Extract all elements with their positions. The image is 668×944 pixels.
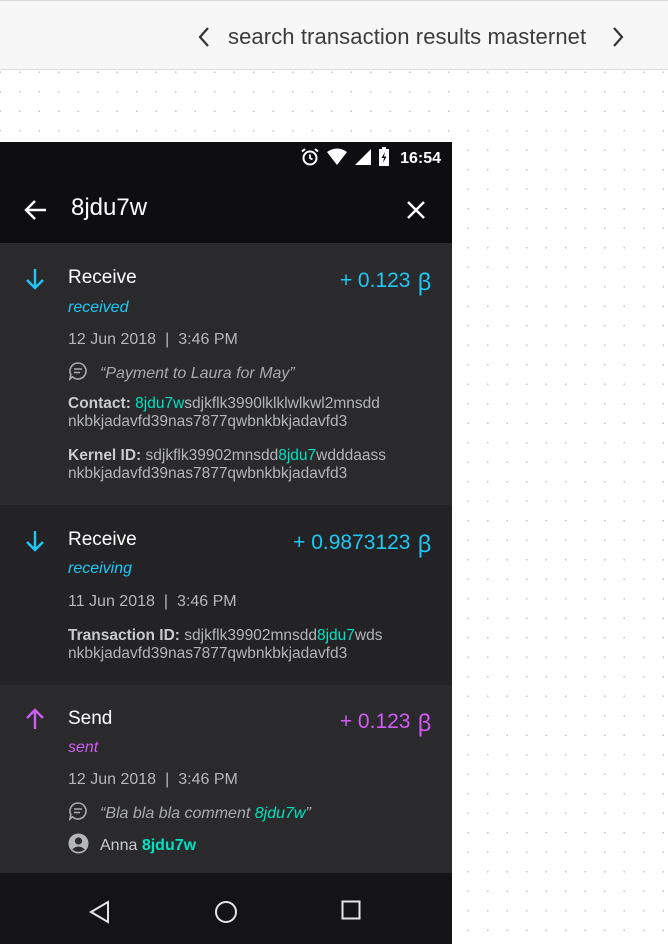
- time-value: 3:46 PM: [178, 771, 238, 788]
- transaction-comment: “Bla bla bla comment 8jdu7w”: [68, 801, 311, 826]
- wifi-icon: [326, 148, 348, 171]
- kernel-id-pre: sdjkflk39902mnsdd: [145, 447, 279, 464]
- battery-icon: [378, 146, 390, 172]
- nav-recents-icon[interactable]: [341, 900, 361, 925]
- beam-currency-icon: ꞵ: [417, 269, 432, 295]
- transaction-date: 11 Jun 2018 | 3:46 PM: [68, 593, 237, 611]
- transaction-status: received: [68, 299, 129, 316]
- comment-icon: [68, 801, 88, 826]
- date-value: 12 Jun 2018: [68, 771, 157, 788]
- status-bar: 16:54: [0, 142, 452, 176]
- date-value: 12 Jun 2018: [68, 331, 157, 348]
- transaction-item[interactable]: Send + 0.123 ꞵ sent 12 Jun 2018 | 3:46 PM …: [0, 685, 452, 874]
- date-separator: |: [165, 331, 170, 348]
- page-title: search transaction results masternet: [228, 24, 587, 49]
- nav-back-icon[interactable]: [89, 900, 111, 929]
- date-separator: |: [163, 593, 169, 610]
- date-value: 11 Jun 2018: [68, 593, 155, 610]
- navigation-bar: [0, 873, 452, 944]
- transaction-type: Receive: [68, 529, 137, 550]
- kernel-id-post: wdddaass: [316, 447, 386, 464]
- transaction-id-pre: sdjkflk39902mnsdd: [184, 627, 317, 644]
- date-separator: |: [165, 771, 170, 788]
- contact-avatar-icon: [68, 833, 89, 859]
- signal-icon: [354, 148, 372, 171]
- transaction-id-post: wds: [354, 627, 383, 644]
- phone-screen: 16:54 8jdu7w Receive + 0.123 ꞵ received …: [0, 142, 452, 944]
- contact-row: Anna 8jdu7w: [68, 833, 196, 859]
- transaction-id-line-2: nkbkjadavfd39nas7877qwbnkbkjadavfd3: [68, 645, 348, 662]
- close-icon[interactable]: [402, 196, 430, 224]
- transaction-amount: + 0.9873123 ꞵ: [293, 527, 432, 559]
- contact-match: 8jdu7w: [141, 837, 197, 854]
- transaction-date: 12 Jun 2018 | 3:46 PM: [68, 331, 238, 349]
- contact-match: 8jdu7w: [135, 395, 185, 412]
- transaction-id-match: 8jdu7: [316, 627, 355, 644]
- contact-name-wrap: Anna 8jdu7w: [100, 837, 196, 855]
- contact-rest: sdjkflk3990lklklwlkwl2mnsdd: [184, 395, 380, 412]
- transaction-comment: “Payment to Laura for May”: [68, 361, 295, 386]
- transaction-item[interactable]: Receive + 0.123 ꞵ received 12 Jun 2018 | 3…: [0, 243, 452, 505]
- nav-home-icon[interactable]: [214, 900, 238, 929]
- transaction-type: Receive: [68, 267, 137, 288]
- transaction-amount: + 0.123 ꞵ: [340, 265, 432, 297]
- transaction-id-detail: Transaction ID: sdjkflk39902mnsdd8jdu7wd…: [68, 627, 438, 663]
- contact-detail: Contact: 8jdu7wsdjkflk3990lklklwlkwl2mns…: [68, 395, 438, 431]
- next-chevron-icon[interactable]: [606, 23, 630, 51]
- arrow-up-icon: [24, 707, 46, 731]
- back-arrow-icon[interactable]: [22, 196, 50, 224]
- arrow-down-icon: [24, 529, 46, 553]
- comment-match: 8jdu7w: [254, 804, 306, 822]
- kernel-id-detail: Kernel ID: sdjkflk39902mnsdd8jdu7wdddaas…: [68, 447, 438, 483]
- amount-value: + 0.9873123: [293, 531, 411, 554]
- search-input[interactable]: 8jdu7w: [71, 194, 147, 222]
- kernel-id-label: Kernel ID:: [68, 447, 142, 464]
- beam-currency-icon: ꞵ: [417, 710, 432, 736]
- amount-value: + 0.123: [339, 710, 411, 733]
- time-value: 3:46 PM: [178, 331, 238, 348]
- transaction-status: receiving: [68, 560, 133, 577]
- transaction-status: sent: [68, 739, 99, 756]
- kernel-id-match: 8jdu7: [278, 447, 317, 464]
- beam-currency-icon: ꞵ: [417, 531, 432, 557]
- time-value: 3:46 PM: [177, 593, 237, 610]
- previous-chevron-icon[interactable]: [192, 23, 216, 51]
- kernel-id-line-2: nkbkjadavfd39nas7877qwbnkbkjadavfd3: [68, 465, 348, 482]
- contact-name: Anna: [100, 837, 138, 854]
- comment-text: “Payment to Laura for May”: [100, 364, 295, 382]
- transaction-item[interactable]: Receive + 0.9873123 ꞵ receiving 11 Jun 2…: [0, 505, 452, 685]
- alarm-icon: [300, 147, 320, 172]
- comment-pre: “Bla bla bla comment: [100, 804, 255, 822]
- transaction-id-label: Transaction ID:: [68, 627, 180, 644]
- comment-icon: [68, 361, 88, 386]
- contact-line-2: nkbkjadavfd39nas7877qwbnkbkjadavfd3: [68, 413, 348, 430]
- comment-text: “Bla bla bla comment 8jdu7w”: [100, 805, 311, 823]
- title-bar: search transaction results masternet: [0, 0, 668, 70]
- search-app-bar: 8jdu7w: [0, 176, 452, 243]
- amount-value: + 0.123: [339, 269, 411, 292]
- comment-post: ”: [305, 804, 311, 822]
- transaction-date: 12 Jun 2018 | 3:46 PM: [68, 771, 238, 789]
- transaction-amount: + 0.123 ꞵ: [340, 706, 432, 738]
- transaction-type: Send: [68, 708, 113, 729]
- contact-label: Contact:: [68, 395, 131, 412]
- status-time: 16:54: [400, 150, 441, 167]
- arrow-down-icon: [24, 267, 46, 291]
